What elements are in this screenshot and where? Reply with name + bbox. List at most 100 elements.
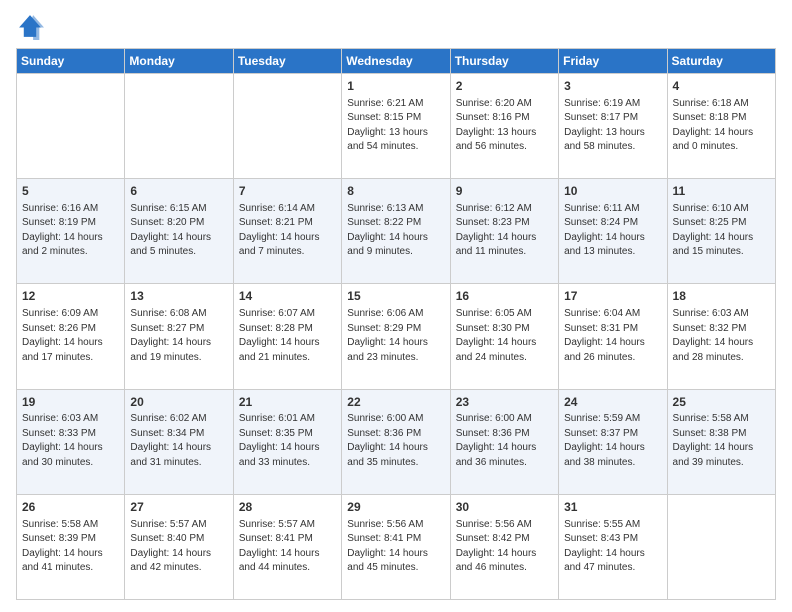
day-info: Sunrise: 6:03 AM Sunset: 8:33 PM Dayligh… [22, 412, 119, 470]
day-info: Sunrise: 6:02 AM Sunset: 8:34 PM Dayligh… [130, 412, 227, 470]
week-row-0: 1Sunrise: 6:21 AM Sunset: 8:15 PM Daylig… [17, 74, 776, 179]
day-info: Sunrise: 6:06 AM Sunset: 8:29 PM Dayligh… [347, 307, 444, 365]
day-info: Sunrise: 5:56 AM Sunset: 8:41 PM Dayligh… [347, 518, 444, 576]
day-cell-2: 2Sunrise: 6:20 AM Sunset: 8:16 PM Daylig… [450, 74, 558, 179]
day-header-wednesday: Wednesday [342, 49, 450, 74]
day-cell-9: 9 Sunrise: 6:12 AM Sunset: 8:23 PM Daylig… [450, 179, 558, 284]
day-info: Sunrise: 6:18 AM Sunset: 8:18 PM Dayligh… [673, 97, 770, 155]
day-cell-28: 28 Sunrise: 5:57 AM Sunset: 8:41 PM Dayli… [233, 494, 341, 599]
day-cell-25: 25Sunrise: 5:58 AM Sunset: 8:38 PM Dayli… [667, 389, 775, 494]
day-info: Sunrise: 6:15 AM Sunset: 8:20 PM Dayligh… [130, 202, 227, 260]
day-info: Sunrise: 6:01 AM Sunset: 8:35 PM Dayligh… [239, 412, 336, 470]
day-info: Sunrise: 6:08 AM Sunset: 8:27 PM Dayligh… [130, 307, 227, 365]
day-header-tuesday: Tuesday [233, 49, 341, 74]
day-cell-3: 3Sunrise: 6:19 AM Sunset: 8:17 PM Daylig… [559, 74, 667, 179]
day-cell-18: 18 Sunrise: 6:03 AM Sunset: 8:32 PM Dayli… [667, 284, 775, 389]
header [16, 12, 776, 40]
day-number: 7 [239, 183, 336, 200]
page: SundayMondayTuesdayWednesdayThursdayFrid… [0, 0, 792, 612]
day-cell-16: 16 Sunrise: 6:05 AM Sunset: 8:30 PM Dayli… [450, 284, 558, 389]
day-number: 28 [239, 499, 336, 516]
day-info: Sunrise: 5:57 AM Sunset: 8:40 PM Dayligh… [130, 518, 227, 576]
day-info: Sunrise: 5:57 AM Sunset: 8:41 PM Dayligh… [239, 518, 336, 576]
day-info: Sunrise: 6:16 AM Sunset: 8:19 PM Dayligh… [22, 202, 119, 260]
calendar-header-row: SundayMondayTuesdayWednesdayThursdayFrid… [17, 49, 776, 74]
day-cell-22: 22Sunrise: 6:00 AM Sunset: 8:36 PM Dayli… [342, 389, 450, 494]
day-header-friday: Friday [559, 49, 667, 74]
week-row-3: 19Sunrise: 6:03 AM Sunset: 8:33 PM Dayli… [17, 389, 776, 494]
day-info: Sunrise: 6:04 AM Sunset: 8:31 PM Dayligh… [564, 307, 661, 365]
day-number: 10 [564, 183, 661, 200]
day-info: Sunrise: 6:12 AM Sunset: 8:23 PM Dayligh… [456, 202, 553, 260]
day-number: 19 [22, 394, 119, 411]
day-cell-26: 26 Sunrise: 5:58 AM Sunset: 8:39 PM Dayli… [17, 494, 125, 599]
day-cell-20: 20Sunrise: 6:02 AM Sunset: 8:34 PM Dayli… [125, 389, 233, 494]
day-number: 27 [130, 499, 227, 516]
day-cell-29: 29 Sunrise: 5:56 AM Sunset: 8:41 PM Dayli… [342, 494, 450, 599]
day-info: Sunrise: 5:56 AM Sunset: 8:42 PM Dayligh… [456, 518, 553, 576]
day-cell-24: 24Sunrise: 5:59 AM Sunset: 8:37 PM Dayli… [559, 389, 667, 494]
day-number: 16 [456, 288, 553, 305]
day-info: Sunrise: 6:14 AM Sunset: 8:21 PM Dayligh… [239, 202, 336, 260]
day-cell-7: 7 Sunrise: 6:14 AM Sunset: 8:21 PM Daylig… [233, 179, 341, 284]
day-cell-12: 12 Sunrise: 6:09 AM Sunset: 8:26 PM Dayli… [17, 284, 125, 389]
day-number: 6 [130, 183, 227, 200]
empty-cell [125, 74, 233, 179]
day-cell-17: 17 Sunrise: 6:04 AM Sunset: 8:31 PM Dayli… [559, 284, 667, 389]
week-row-2: 12 Sunrise: 6:09 AM Sunset: 8:26 PM Dayli… [17, 284, 776, 389]
day-number: 21 [239, 394, 336, 411]
day-number: 15 [347, 288, 444, 305]
day-info: Sunrise: 6:21 AM Sunset: 8:15 PM Dayligh… [347, 97, 444, 155]
day-number: 22 [347, 394, 444, 411]
day-number: 14 [239, 288, 336, 305]
day-cell-30: 30 Sunrise: 5:56 AM Sunset: 8:42 PM Dayli… [450, 494, 558, 599]
day-number: 9 [456, 183, 553, 200]
day-cell-19: 19Sunrise: 6:03 AM Sunset: 8:33 PM Dayli… [17, 389, 125, 494]
day-info: Sunrise: 6:11 AM Sunset: 8:24 PM Dayligh… [564, 202, 661, 260]
day-cell-8: 8 Sunrise: 6:13 AM Sunset: 8:22 PM Daylig… [342, 179, 450, 284]
day-info: Sunrise: 5:58 AM Sunset: 8:38 PM Dayligh… [673, 412, 770, 470]
week-row-1: 5 Sunrise: 6:16 AM Sunset: 8:19 PM Daylig… [17, 179, 776, 284]
day-header-monday: Monday [125, 49, 233, 74]
day-number: 31 [564, 499, 661, 516]
day-number: 3 [564, 78, 661, 95]
day-info: Sunrise: 6:13 AM Sunset: 8:22 PM Dayligh… [347, 202, 444, 260]
day-number: 30 [456, 499, 553, 516]
day-cell-13: 13Sunrise: 6:08 AM Sunset: 8:27 PM Dayli… [125, 284, 233, 389]
day-header-sunday: Sunday [17, 49, 125, 74]
day-info: Sunrise: 6:00 AM Sunset: 8:36 PM Dayligh… [456, 412, 553, 470]
day-info: Sunrise: 6:03 AM Sunset: 8:32 PM Dayligh… [673, 307, 770, 365]
day-number: 25 [673, 394, 770, 411]
day-cell-31: 31 Sunrise: 5:55 AM Sunset: 8:43 PM Dayli… [559, 494, 667, 599]
day-info: Sunrise: 6:05 AM Sunset: 8:30 PM Dayligh… [456, 307, 553, 365]
day-cell-21: 21Sunrise: 6:01 AM Sunset: 8:35 PM Dayli… [233, 389, 341, 494]
day-number: 12 [22, 288, 119, 305]
day-cell-14: 14Sunrise: 6:07 AM Sunset: 8:28 PM Dayli… [233, 284, 341, 389]
day-number: 4 [673, 78, 770, 95]
logo [16, 12, 48, 40]
day-cell-27: 27 Sunrise: 5:57 AM Sunset: 8:40 PM Dayli… [125, 494, 233, 599]
day-info: Sunrise: 6:09 AM Sunset: 8:26 PM Dayligh… [22, 307, 119, 365]
day-number: 11 [673, 183, 770, 200]
day-info: Sunrise: 6:10 AM Sunset: 8:25 PM Dayligh… [673, 202, 770, 260]
day-cell-6: 6 Sunrise: 6:15 AM Sunset: 8:20 PM Daylig… [125, 179, 233, 284]
day-cell-4: 4 Sunrise: 6:18 AM Sunset: 8:18 PM Daylig… [667, 74, 775, 179]
day-cell-23: 23Sunrise: 6:00 AM Sunset: 8:36 PM Dayli… [450, 389, 558, 494]
day-info: Sunrise: 5:59 AM Sunset: 8:37 PM Dayligh… [564, 412, 661, 470]
day-number: 17 [564, 288, 661, 305]
day-info: Sunrise: 5:58 AM Sunset: 8:39 PM Dayligh… [22, 518, 119, 576]
week-row-4: 26 Sunrise: 5:58 AM Sunset: 8:39 PM Dayli… [17, 494, 776, 599]
calendar: SundayMondayTuesdayWednesdayThursdayFrid… [16, 48, 776, 600]
day-number: 26 [22, 499, 119, 516]
day-number: 18 [673, 288, 770, 305]
day-number: 23 [456, 394, 553, 411]
day-cell-15: 15 Sunrise: 6:06 AM Sunset: 8:29 PM Dayli… [342, 284, 450, 389]
day-number: 5 [22, 183, 119, 200]
day-number: 8 [347, 183, 444, 200]
day-info: Sunrise: 5:55 AM Sunset: 8:43 PM Dayligh… [564, 518, 661, 576]
day-info: Sunrise: 6:20 AM Sunset: 8:16 PM Dayligh… [456, 97, 553, 155]
day-cell-10: 10 Sunrise: 6:11 AM Sunset: 8:24 PM Dayli… [559, 179, 667, 284]
day-number: 29 [347, 499, 444, 516]
day-header-thursday: Thursday [450, 49, 558, 74]
logo-icon [16, 12, 44, 40]
